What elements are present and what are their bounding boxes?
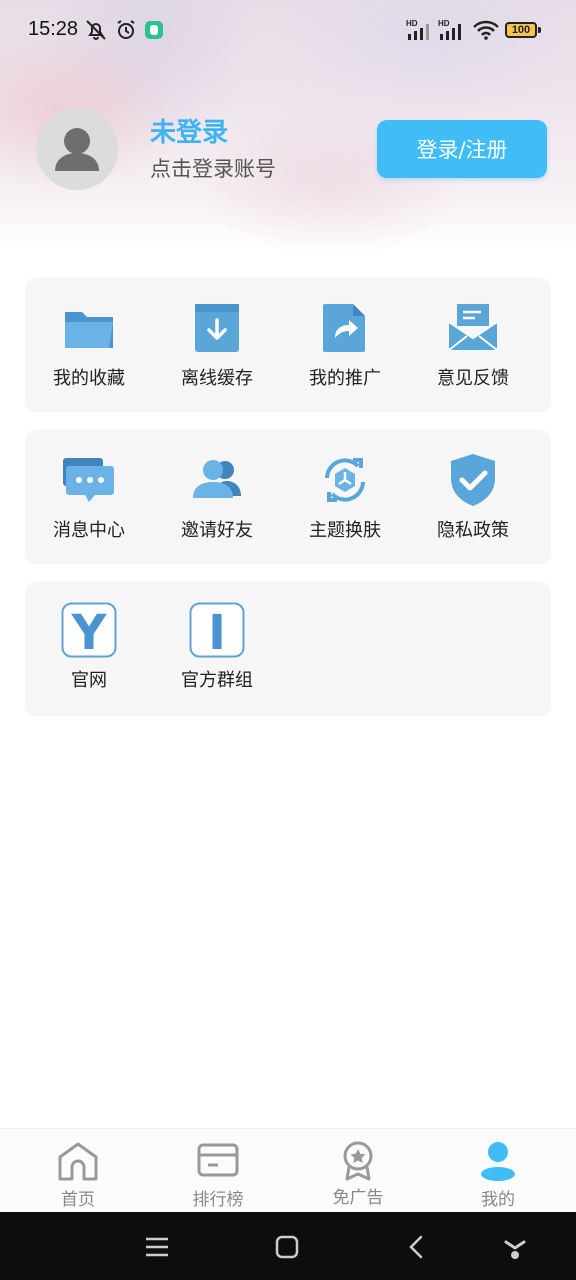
menu-card-2: 消息中心 邀请好友 主题换肤 隐私政策 xyxy=(25,430,551,564)
wifi-icon xyxy=(473,20,499,40)
nav-label: 免广告 xyxy=(332,1188,384,1208)
svg-text:I: I xyxy=(208,605,226,658)
battery-icon: 100 xyxy=(505,22,537,38)
menu-icon[interactable] xyxy=(142,1232,172,1262)
theme-icon xyxy=(325,458,365,502)
svg-text:HD: HD xyxy=(406,19,418,28)
users-icon xyxy=(193,460,241,498)
group-icon: I xyxy=(189,602,245,658)
message-icon xyxy=(63,458,114,502)
menu-card-3: Y 官网 I 官方群组 xyxy=(25,582,551,716)
shield-check-icon xyxy=(451,454,495,506)
menu-item-label: 主题换肤 xyxy=(309,520,381,541)
svg-text:HD: HD xyxy=(438,19,450,28)
login-prompt-text[interactable]: 点击登录账号 xyxy=(150,153,276,183)
battery-tip xyxy=(538,27,541,33)
signal-hd-icon-2: HD xyxy=(438,19,461,40)
menu-item-label: 我的推广 xyxy=(309,368,381,389)
mail-icon xyxy=(448,304,498,351)
signal-hd-icon: HD xyxy=(406,19,429,40)
login-status-title[interactable]: 未登录 xyxy=(150,112,228,149)
nav-tab-no-ads[interactable]: 免广告 xyxy=(286,1129,430,1213)
folder-icon xyxy=(65,312,113,348)
download-box-icon xyxy=(195,304,239,352)
menu-item-label: 邀请好友 xyxy=(181,520,253,541)
svg-text:Y: Y xyxy=(71,605,108,658)
app-notification-icon xyxy=(145,21,163,39)
card-icon xyxy=(197,1143,239,1177)
login-register-button[interactable]: 登录/注册 xyxy=(377,120,547,178)
share-icon xyxy=(323,304,365,352)
home-icon xyxy=(58,1142,98,1181)
default-avatar-icon xyxy=(55,128,99,171)
menu-item-label: 隐私政策 xyxy=(437,520,509,541)
nav-label: 排行榜 xyxy=(192,1190,244,1210)
alarm-icon xyxy=(117,20,135,39)
website-icon: Y xyxy=(61,602,117,658)
nav-tab-home[interactable]: 首页 xyxy=(6,1129,150,1213)
menu-item-label: 离线缓存 xyxy=(181,368,253,389)
menu-item-label: 消息中心 xyxy=(53,520,125,541)
bottom-navigation: 首页 排行榜 免广告 我的 xyxy=(0,1128,576,1212)
home-square-icon[interactable] xyxy=(272,1232,302,1262)
menu-item-label: 我的收藏 xyxy=(53,368,125,389)
menu-item-label: 官网 xyxy=(71,670,107,691)
badge-icon xyxy=(343,1141,373,1181)
nav-label: 首页 xyxy=(61,1190,95,1210)
nav-label: 我的 xyxy=(481,1190,515,1210)
nav-tab-mine[interactable]: 我的 xyxy=(426,1129,570,1213)
avatar[interactable] xyxy=(36,108,118,190)
mute-icon xyxy=(86,20,106,40)
status-time: 15:28 xyxy=(28,18,79,40)
system-navigation-bar xyxy=(0,1212,576,1280)
status-bar: 15:28 HD HD 100 xyxy=(0,0,576,60)
user-icon xyxy=(481,1142,515,1181)
back-icon[interactable] xyxy=(402,1232,432,1262)
assistant-icon[interactable] xyxy=(500,1232,530,1262)
nav-tab-ranking[interactable]: 排行榜 xyxy=(146,1129,290,1213)
menu-item-label: 官方群组 xyxy=(181,670,253,691)
menu-item-label: 意见反馈 xyxy=(437,368,509,389)
menu-card-1: 我的收藏 离线缓存 我的推广 意见反馈 xyxy=(25,278,551,412)
